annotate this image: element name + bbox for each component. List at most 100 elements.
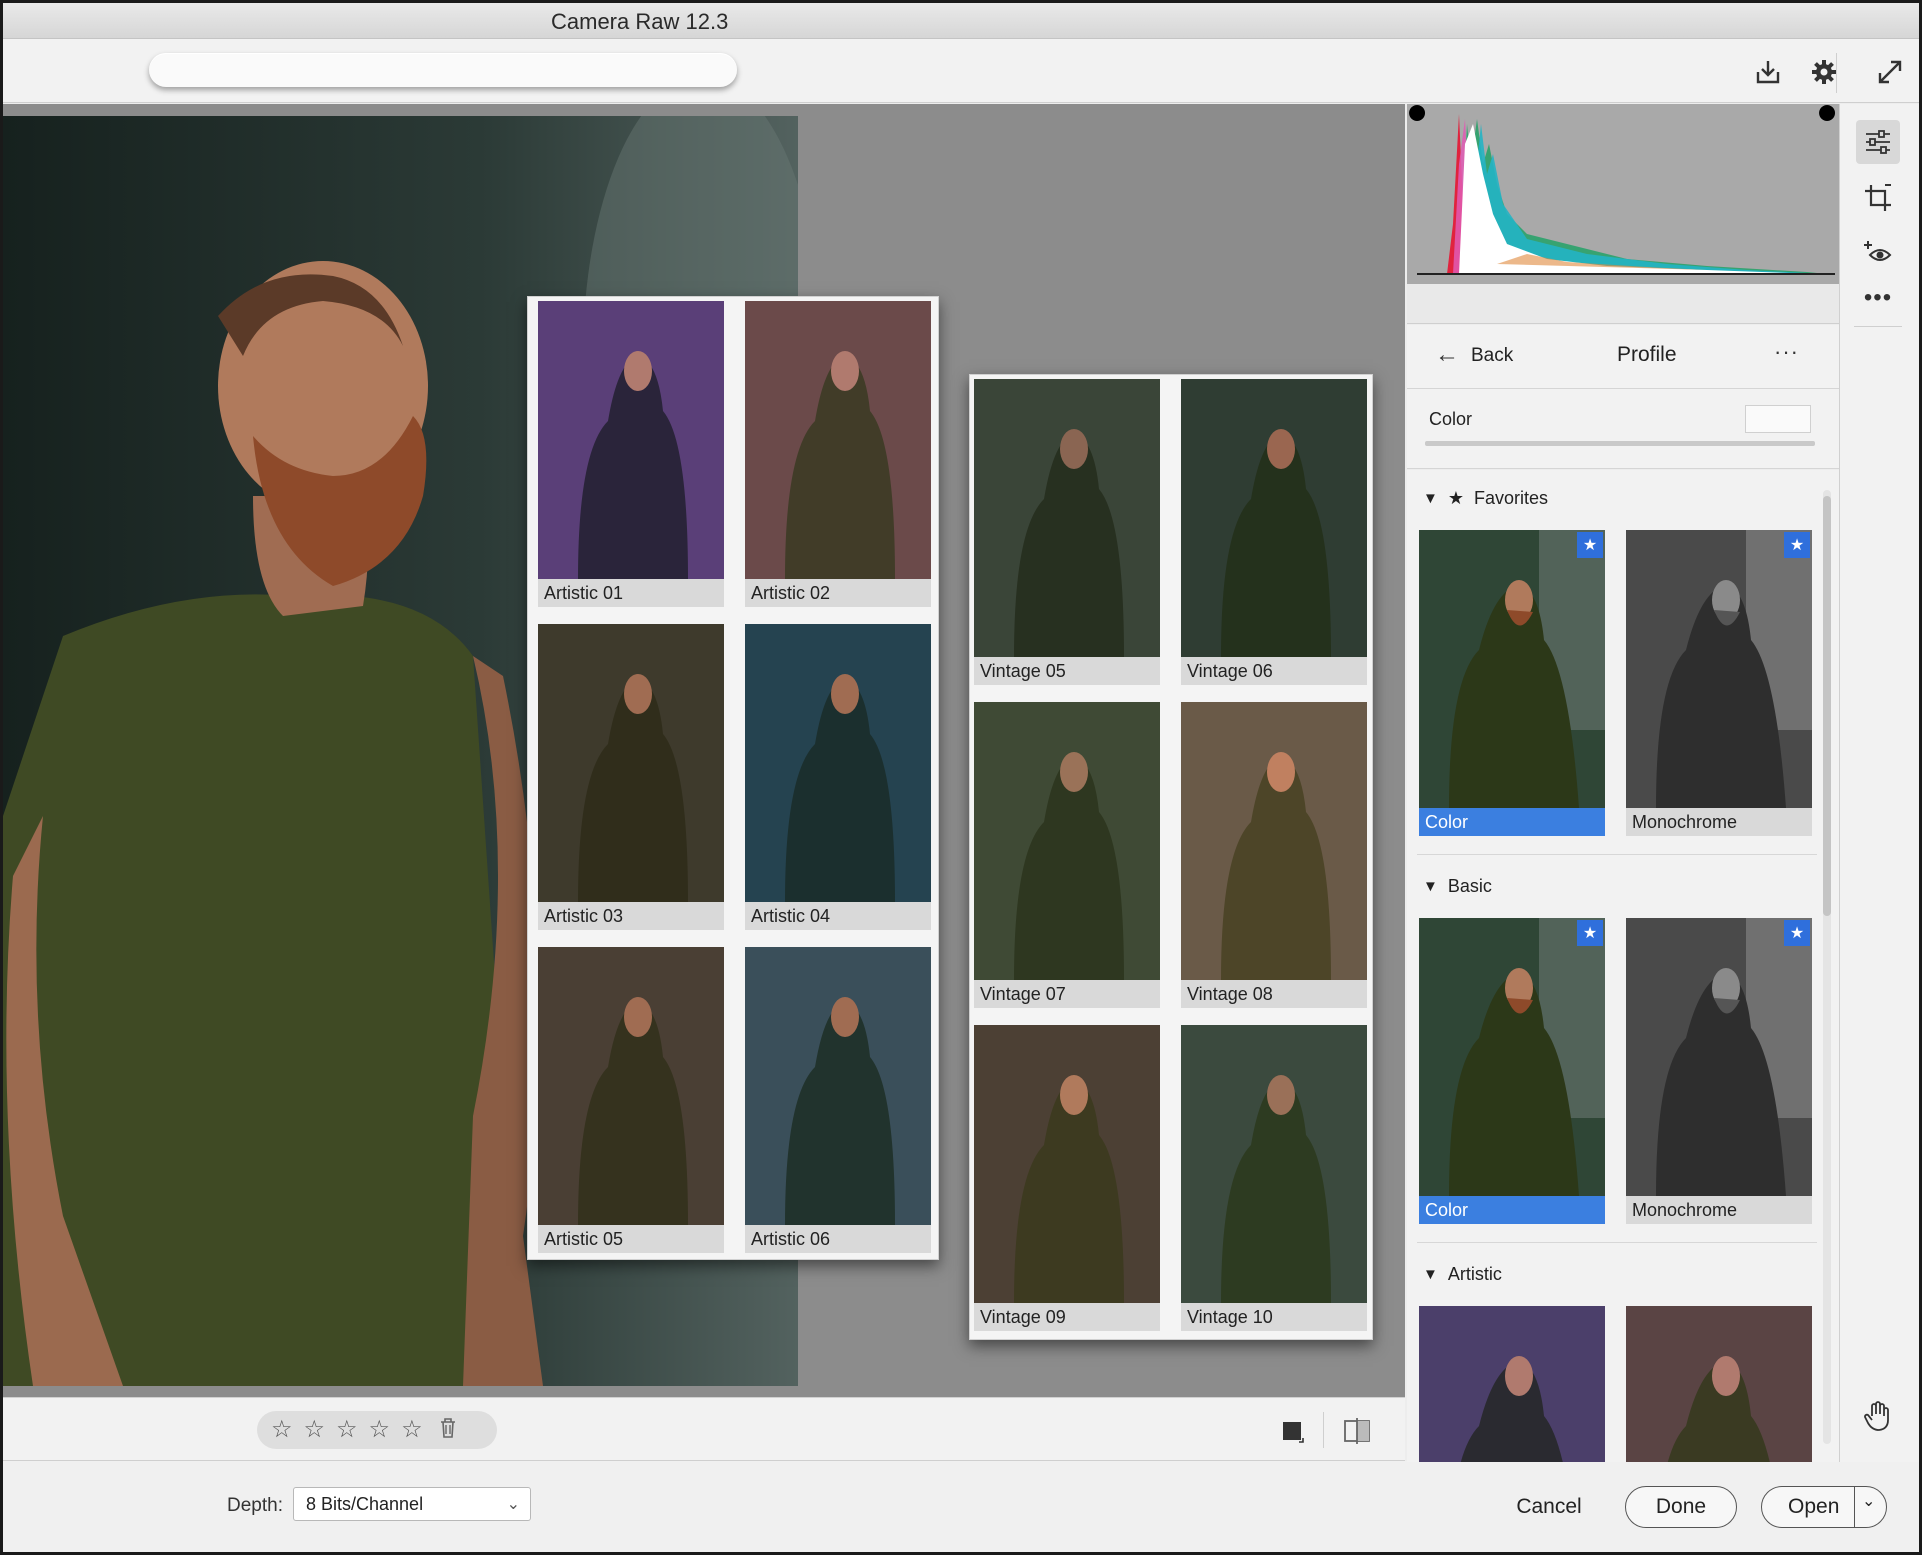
profile-panel-header: ← Back Profile ··· [1407, 325, 1839, 389]
profile-thumb-label: Vintage 07 [974, 980, 1160, 1008]
profile-thumb-image [1419, 1306, 1605, 1462]
favorite-star-icon[interactable]: ★ [1784, 920, 1810, 946]
profile-thumb-image: ★ [1419, 918, 1605, 1196]
depth-select[interactable]: 8 Bits/Channel ⌄ [293, 1487, 531, 1521]
profile-thumb[interactable]: Artistic 03 [538, 624, 724, 930]
cancel-button[interactable]: Cancel [1503, 1486, 1595, 1528]
star-filled-icon: ★ [1447, 488, 1464, 508]
save-download-icon[interactable] [1753, 57, 1783, 87]
profile-thumb[interactable]: Artistic 06 [745, 947, 931, 1253]
view-mode-icon[interactable] [1281, 1418, 1307, 1449]
profile-thumb[interactable]: Vintage 06 [1181, 379, 1367, 685]
trash-icon[interactable] [438, 1417, 458, 1443]
profile-thumb-image [745, 947, 931, 1225]
profile-thumb-image [538, 947, 724, 1225]
profile-thumb[interactable] [1626, 1306, 1812, 1462]
star-icon[interactable]: ☆ [336, 1418, 358, 1442]
profile-thumb[interactable]: Vintage 10 [1181, 1025, 1367, 1331]
histogram [1407, 104, 1839, 284]
star-icon[interactable]: ☆ [271, 1418, 293, 1442]
profile-thumb-image [745, 624, 931, 902]
edit-sliders-icon[interactable] [1856, 120, 1900, 164]
profile-thumb[interactable]: Vintage 07 [974, 702, 1160, 1008]
more-dots-icon[interactable]: ··· [1774, 339, 1799, 365]
profile-thumb-image [538, 624, 724, 902]
histogram-info-strip [1407, 284, 1839, 324]
profile-thumb-image [974, 1025, 1160, 1303]
star-icon[interactable]: ☆ [369, 1418, 391, 1442]
profile-amount-row: Color [1407, 389, 1839, 469]
star-icon[interactable]: ☆ [304, 1418, 326, 1442]
hand-tool-icon[interactable] [1856, 1394, 1900, 1438]
profile-thumb-image [538, 301, 724, 579]
group-header-artistic[interactable]: ▼ Artistic [1423, 1264, 1502, 1285]
group-header-favorites[interactable]: ▼ ★ Favorites [1423, 488, 1548, 509]
top-toolbar [3, 39, 1919, 103]
rating-bar: ☆ ☆ ☆ ☆ ☆ [257, 1411, 497, 1449]
profile-thumb[interactable]: Vintage 08 [1181, 702, 1367, 1008]
profile-thumb[interactable]: Artistic 01 [538, 301, 724, 607]
more-dots-icon[interactable]: ••• [1856, 276, 1900, 320]
profile-thumb-label: Color [1419, 808, 1605, 836]
dialog-footer: Depth: 8 Bits/Channel ⌄ Cancel Done Open… [3, 1461, 1919, 1552]
before-after-icon[interactable] [1343, 1418, 1371, 1449]
group-header-basic[interactable]: ▼ Basic [1423, 876, 1492, 897]
profile-thumb[interactable]: Artistic 02 [745, 301, 931, 607]
favorite-star-icon[interactable]: ★ [1577, 920, 1603, 946]
done-button[interactable]: Done [1625, 1486, 1737, 1528]
scrollbar-thumb[interactable] [1823, 496, 1831, 916]
profile-thumb-image [1626, 1306, 1812, 1462]
profile-thumb-image [1181, 379, 1367, 657]
back-arrow-icon[interactable]: ← [1435, 341, 1459, 369]
gear-icon[interactable] [1809, 57, 1839, 87]
profile-thumb-image: ★ [1626, 918, 1812, 1196]
profile-thumb-label: Vintage 06 [1181, 657, 1367, 685]
title-bar: Camera Raw 12.3 [3, 3, 1919, 39]
open-button[interactable]: Open ⌄ [1761, 1486, 1887, 1528]
profile-thumb-label: Vintage 09 [974, 1303, 1160, 1331]
chevron-down-icon[interactable]: ⌄ [1862, 1491, 1875, 1511]
favorite-star-icon[interactable]: ★ [1577, 532, 1603, 558]
profile-thumb-label: Artistic 02 [745, 579, 931, 607]
favorite-star-icon[interactable]: ★ [1784, 532, 1810, 558]
profile-thumb[interactable] [1419, 1306, 1605, 1462]
profile-thumb[interactable]: ★ Monochrome [1626, 530, 1812, 836]
image-canvas[interactable]: Artistic 01 Artistic 02 Artistic 03 Arti… [3, 104, 1405, 1397]
profile-thumb-image [1181, 1025, 1367, 1303]
profile-thumb[interactable]: ★ Monochrome [1626, 918, 1812, 1224]
camera-raw-window: Camera Raw 12.3 Artistic 01 Artistic 02 … [0, 0, 1922, 1555]
profile-thumb[interactable]: Vintage 05 [974, 379, 1160, 685]
profile-thumb[interactable]: Artistic 04 [745, 624, 931, 930]
profile-thumb[interactable]: ★ Color [1419, 530, 1605, 836]
disclosure-triangle-icon: ▼ [1423, 1266, 1438, 1283]
disclosure-triangle-icon: ▼ [1423, 490, 1438, 507]
back-button[interactable]: Back [1471, 345, 1513, 367]
fullscreen-expand-icon[interactable] [1875, 57, 1905, 87]
profile-thumb-label: Artistic 05 [538, 1225, 724, 1253]
profile-thumb[interactable]: Vintage 09 [974, 1025, 1160, 1331]
window-title: Camera Raw 12.3 [551, 9, 729, 34]
current-profile-label: Color [1429, 409, 1473, 429]
open-split-divider [1854, 1487, 1855, 1527]
filmstrip-search-field[interactable] [149, 53, 737, 87]
profile-amount-slider[interactable] [1425, 441, 1815, 446]
profile-browser-scrollbar[interactable] [1821, 478, 1831, 1458]
profile-thumb-label: Artistic 01 [538, 579, 724, 607]
profile-thumb[interactable]: ★ Color [1419, 918, 1605, 1224]
profile-browser[interactable]: ▼ ★ Favorites ★ Color ★ Monochrome ▼ Bas… [1407, 470, 1839, 1462]
highlight-clipping-indicator [1819, 105, 1836, 121]
profile-thumb-label: Vintage 10 [1181, 1303, 1367, 1331]
crop-icon[interactable] [1856, 176, 1900, 220]
profile-thumb-label: Artistic 04 [745, 902, 931, 930]
rail-separator [1854, 326, 1902, 327]
profile-thumb[interactable]: Artistic 05 [538, 947, 724, 1253]
profile-thumb-image [745, 301, 931, 579]
group-title: Favorites [1474, 488, 1549, 508]
bar-separator [1323, 1412, 1324, 1448]
profile-amount-field[interactable] [1745, 405, 1811, 433]
tool-rail: ••• [1839, 104, 1919, 1462]
star-icon[interactable]: ☆ [401, 1418, 423, 1442]
red-eye-heal-icon[interactable] [1856, 230, 1900, 274]
open-button-label: Open [1788, 1495, 1840, 1518]
profile-thumb-image: ★ [1419, 530, 1605, 808]
